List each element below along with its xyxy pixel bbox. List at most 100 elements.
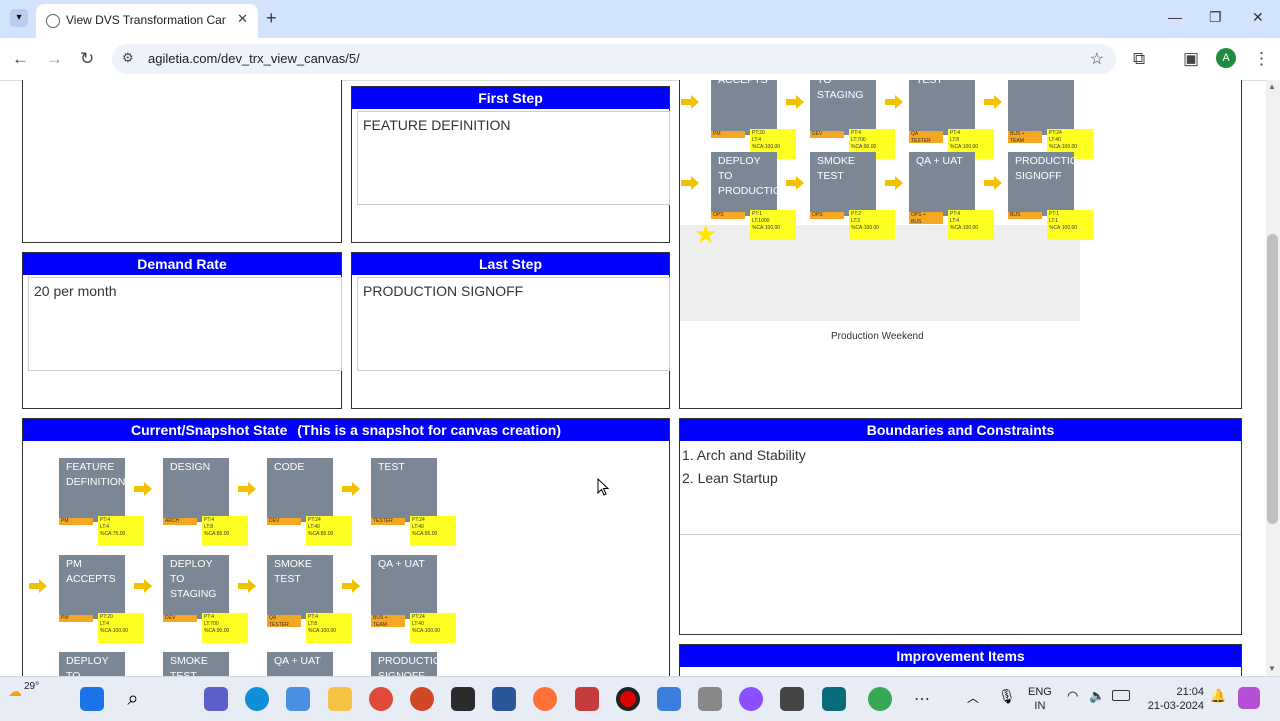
step-metrics-note: PT:20 LT:4 %CA:100.00 bbox=[98, 613, 144, 643]
process-step[interactable]: ACCEPTS bbox=[711, 80, 777, 135]
process-step[interactable]: PM ACCEPTS bbox=[59, 555, 125, 619]
powerpoint-icon[interactable] bbox=[410, 687, 434, 711]
back-icon[interactable]: ← bbox=[12, 49, 29, 69]
profile-avatar[interactable]: A bbox=[1216, 48, 1236, 68]
active-tab[interactable]: View DVS Transformation Canvas ✕ bbox=[36, 4, 258, 38]
forward-icon[interactable]: → bbox=[46, 49, 63, 69]
minimize-button[interactable]: — bbox=[1168, 9, 1182, 25]
process-step[interactable]: DEPLOY TO STAGING bbox=[163, 555, 229, 619]
process-step[interactable]: SMOKE TEST bbox=[267, 555, 333, 619]
boundaries-list[interactable]: 1. Arch and Stability 2. Lean Startup bbox=[680, 442, 1241, 535]
process-step[interactable]: DEPLOY TO bbox=[59, 652, 125, 676]
process-step[interactable]: QA + UAT bbox=[267, 652, 333, 676]
step-role-tag: BUS + TEAM bbox=[1008, 131, 1042, 144]
teams-icon[interactable] bbox=[204, 687, 228, 711]
site-info-icon[interactable]: ⚙ bbox=[122, 50, 134, 66]
region-code: IN bbox=[1034, 700, 1046, 712]
terminal-icon[interactable] bbox=[451, 687, 475, 711]
process-step[interactable]: PRODUCTIO SIGNOFF bbox=[371, 652, 441, 676]
scrollbar-thumb[interactable] bbox=[1267, 234, 1278, 524]
url-text: agiletia.com/dev_trx_view_canvas/5/ bbox=[148, 51, 360, 66]
weather-widget[interactable]: ☁ 29° bbox=[8, 681, 39, 701]
process-step[interactable]: DESIGN bbox=[163, 458, 229, 522]
extensions-icon[interactable]: ⧉ bbox=[1133, 49, 1145, 69]
store-icon[interactable] bbox=[286, 687, 310, 711]
search-icon[interactable]: ⌕ bbox=[121, 687, 145, 711]
new-tab-button[interactable]: + bbox=[266, 8, 277, 29]
firefox-icon[interactable] bbox=[533, 687, 557, 711]
word-icon[interactable] bbox=[492, 687, 516, 711]
app-icon[interactable] bbox=[698, 687, 722, 711]
demand-rate-value[interactable]: 20 per month bbox=[28, 277, 342, 371]
paint-icon[interactable] bbox=[739, 687, 763, 711]
tray-chevron-icon[interactable]: ︿ bbox=[967, 689, 979, 706]
app-icon[interactable] bbox=[780, 687, 804, 711]
close-window-button[interactable]: ✕ bbox=[1252, 9, 1264, 26]
step-metrics-note: PT:4 LT:8 %CA:80.00 bbox=[202, 516, 248, 546]
first-step-value[interactable]: FEATURE DEFINITION bbox=[357, 111, 670, 205]
wifi-icon[interactable]: ◠ bbox=[1067, 688, 1078, 704]
url-field[interactable]: ⚙ agiletia.com/dev_trx_view_canvas/5/ ☆ bbox=[112, 44, 1116, 74]
flow-arrow-icon bbox=[984, 176, 1002, 190]
step-role-tag: DEV bbox=[267, 518, 301, 525]
app-icon[interactable] bbox=[822, 687, 846, 711]
process-step[interactable]: CODE bbox=[267, 458, 333, 522]
language-indicator[interactable]: ENG IN bbox=[1028, 685, 1052, 713]
language-code: ENG bbox=[1028, 686, 1052, 698]
volume-icon[interactable]: 🔈 bbox=[1089, 688, 1105, 704]
flow-arrow-icon bbox=[342, 482, 360, 496]
flow-arrow-icon bbox=[885, 176, 903, 190]
bookmark-star-icon[interactable]: ☆ bbox=[1090, 49, 1104, 69]
clock-date: 21-03-2024 bbox=[1147, 700, 1204, 712]
step-role-tag: OPS bbox=[810, 212, 844, 219]
scroll-down-icon[interactable]: ▼ bbox=[1268, 664, 1276, 673]
flow-arrow-icon bbox=[134, 579, 152, 593]
step-role-tag: BUS + TEAM bbox=[371, 615, 405, 628]
chrome-icon[interactable] bbox=[369, 687, 393, 711]
clock[interactable]: 21:04 21-03-2024 bbox=[1142, 685, 1204, 713]
more-apps-icon[interactable]: ⋯ bbox=[914, 689, 930, 709]
process-step[interactable]: TO STAGING bbox=[810, 80, 876, 135]
restore-button[interactable]: ❐ bbox=[1209, 9, 1222, 26]
explorer-icon[interactable] bbox=[328, 687, 352, 711]
improvement-panel: Improvement Items bbox=[679, 644, 1242, 676]
notification-bell-icon[interactable]: 🔔 bbox=[1210, 688, 1226, 704]
globe-icon bbox=[46, 14, 60, 28]
scroll-up-icon[interactable]: ▲ bbox=[1268, 82, 1276, 91]
step-role-tag: DEV bbox=[163, 615, 197, 622]
step-metrics-note: PT:4 LT:8 %CA:100.00 bbox=[306, 613, 352, 643]
step-metrics-note: PT:4 LT:4 %CA:75.00 bbox=[98, 516, 144, 546]
record-icon[interactable] bbox=[616, 687, 640, 711]
close-tab-icon[interactable]: ✕ bbox=[237, 11, 248, 27]
snipping-icon[interactable] bbox=[575, 687, 599, 711]
edge-icon[interactable] bbox=[245, 687, 269, 711]
top-left-panel bbox=[22, 80, 342, 243]
reload-icon[interactable]: ↻ bbox=[80, 49, 94, 69]
step-role-tag: ARCH bbox=[163, 518, 197, 525]
process-step[interactable]: DEPLOY TO PRODUCTIO bbox=[711, 152, 781, 216]
process-step[interactable]: FEATURE DEFINITION bbox=[59, 458, 126, 522]
chrome-active-icon[interactable] bbox=[868, 687, 892, 711]
process-step[interactable] bbox=[1008, 80, 1074, 135]
process-step[interactable]: SMOKE TEST bbox=[163, 652, 229, 676]
tab-search-button[interactable]: ▾ bbox=[10, 9, 28, 27]
boundary-item: 1. Arch and Stability bbox=[682, 447, 806, 463]
step-metrics-note: PT:24 LT:40 %CA:80.00 bbox=[306, 516, 352, 546]
app-icon[interactable] bbox=[657, 687, 681, 711]
address-bar: ← → ↻ ⚙ agiletia.com/dev_trx_view_canvas… bbox=[0, 38, 1280, 81]
flow-arrow-icon bbox=[984, 95, 1002, 109]
side-panel-icon[interactable]: ▣ bbox=[1183, 49, 1199, 69]
microphone-icon[interactable]: 🎙 bbox=[998, 688, 1016, 705]
start-icon[interactable] bbox=[80, 687, 104, 711]
process-step[interactable]: SMOKE TEST bbox=[810, 152, 876, 216]
process-step[interactable]: TEST bbox=[371, 458, 437, 522]
process-step[interactable]: QA + UAT bbox=[371, 555, 437, 619]
process-step[interactable]: QA + UAT bbox=[909, 152, 975, 216]
process-step[interactable]: PRODUCTIO SIGNOFF bbox=[1008, 152, 1078, 216]
last-step-value[interactable]: PRODUCTION SIGNOFF bbox=[357, 277, 670, 371]
menu-icon[interactable]: ⋮ bbox=[1253, 49, 1270, 69]
battery-icon[interactable] bbox=[1112, 690, 1130, 701]
process-step[interactable]: TEST bbox=[909, 80, 975, 135]
page-content: First Step FEATURE DEFINITION ACCEPTS PM P… bbox=[0, 80, 1266, 676]
copilot-icon[interactable] bbox=[1238, 687, 1260, 709]
